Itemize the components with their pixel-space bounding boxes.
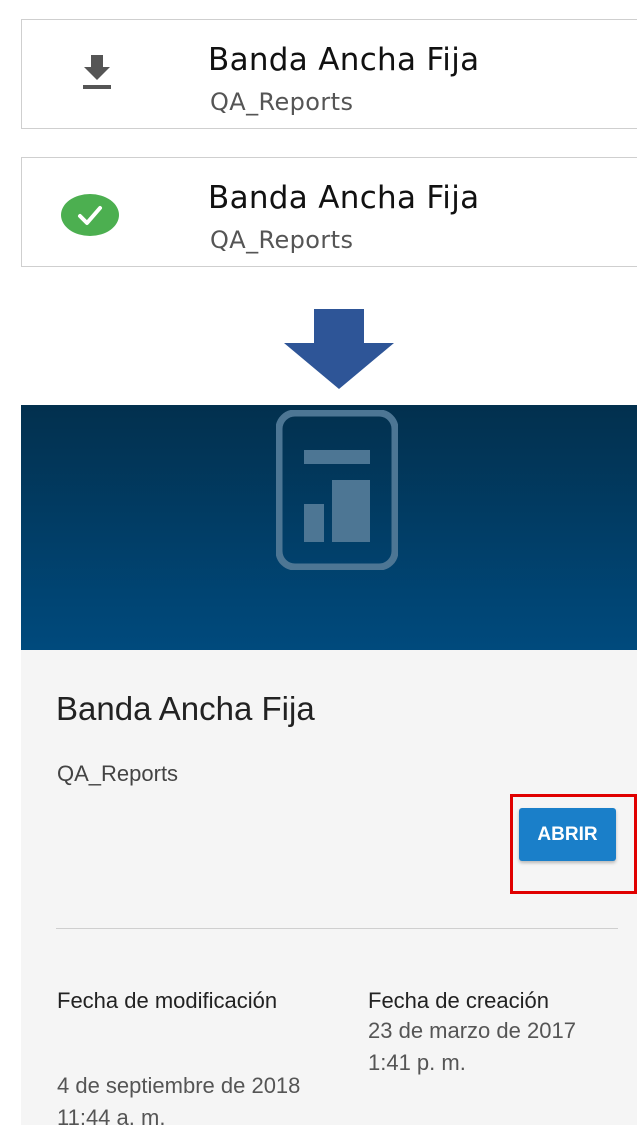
report-workspace: QA_Reports [210,226,354,254]
download-icon [77,55,117,100]
report-title: Banda Ancha Fija [208,180,480,216]
divider [56,928,618,929]
check-circle-icon [60,193,120,242]
created-date-value: 23 de marzo de 2017 1:41 p. m. [368,1018,576,1075]
modified-date-value: 4 de septiembre de 2018 11:44 a. m. [57,1073,301,1130]
report-list-item-downloaded[interactable]: Banda Ancha Fija QA_Reports [21,157,637,267]
report-list-item-downloading[interactable]: Banda Ancha Fija QA_Reports [21,19,637,129]
report-workspace: QA_Reports [57,761,179,786]
report-title: Banda Ancha Fija [56,690,315,727]
report-title: Banda Ancha Fija [208,42,480,78]
open-button[interactable]: ABRIR [519,808,616,861]
created-date-label: Fecha de creación [368,988,549,1013]
report-detail-panel: Banda Ancha Fija QA_Reports ABRIR Fecha … [21,405,637,1130]
report-workspace: QA_Reports [210,88,354,116]
modified-date-label: Fecha de modificación [57,988,278,1013]
report-banner [21,405,637,650]
report-icon [275,409,399,575]
arrow-down-icon [284,309,394,394]
